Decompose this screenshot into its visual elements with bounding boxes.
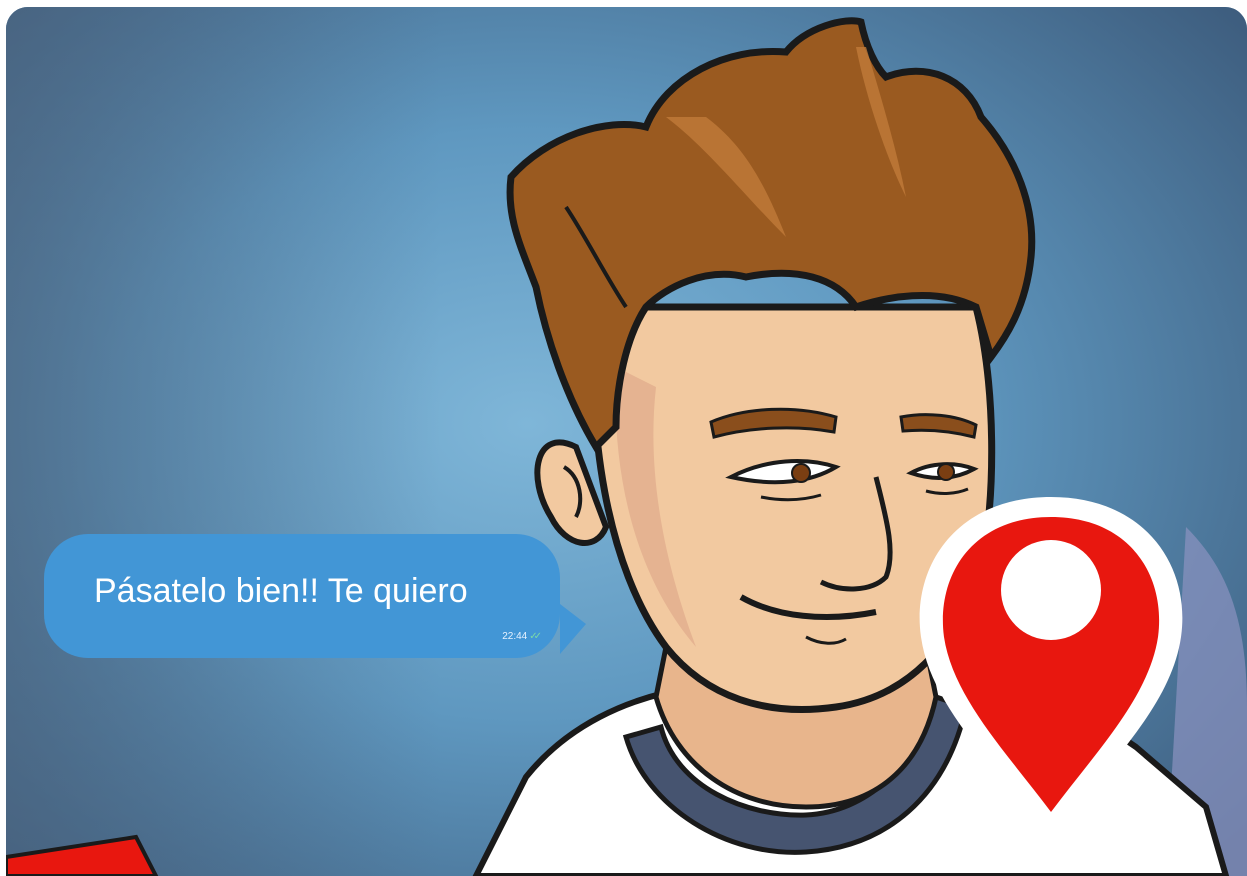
message-text: Pásatelo bien!! Te quiero xyxy=(94,572,468,610)
message-meta: 22:44 ✓✓ xyxy=(502,631,542,642)
character-illustration xyxy=(6,17,1230,876)
red-object xyxy=(6,834,159,876)
double-check-icon: ✓✓ xyxy=(529,631,542,642)
ear xyxy=(534,439,610,546)
chat-message-bubble: Pásatelo bien!! Te quiero 22:44 ✓✓ xyxy=(44,534,586,658)
illustration-frame: Pásatelo bien!! Te quiero 22:44 ✓✓ xyxy=(6,7,1247,876)
bubble-tail xyxy=(560,604,586,654)
message-time: 22:44 xyxy=(502,631,528,642)
